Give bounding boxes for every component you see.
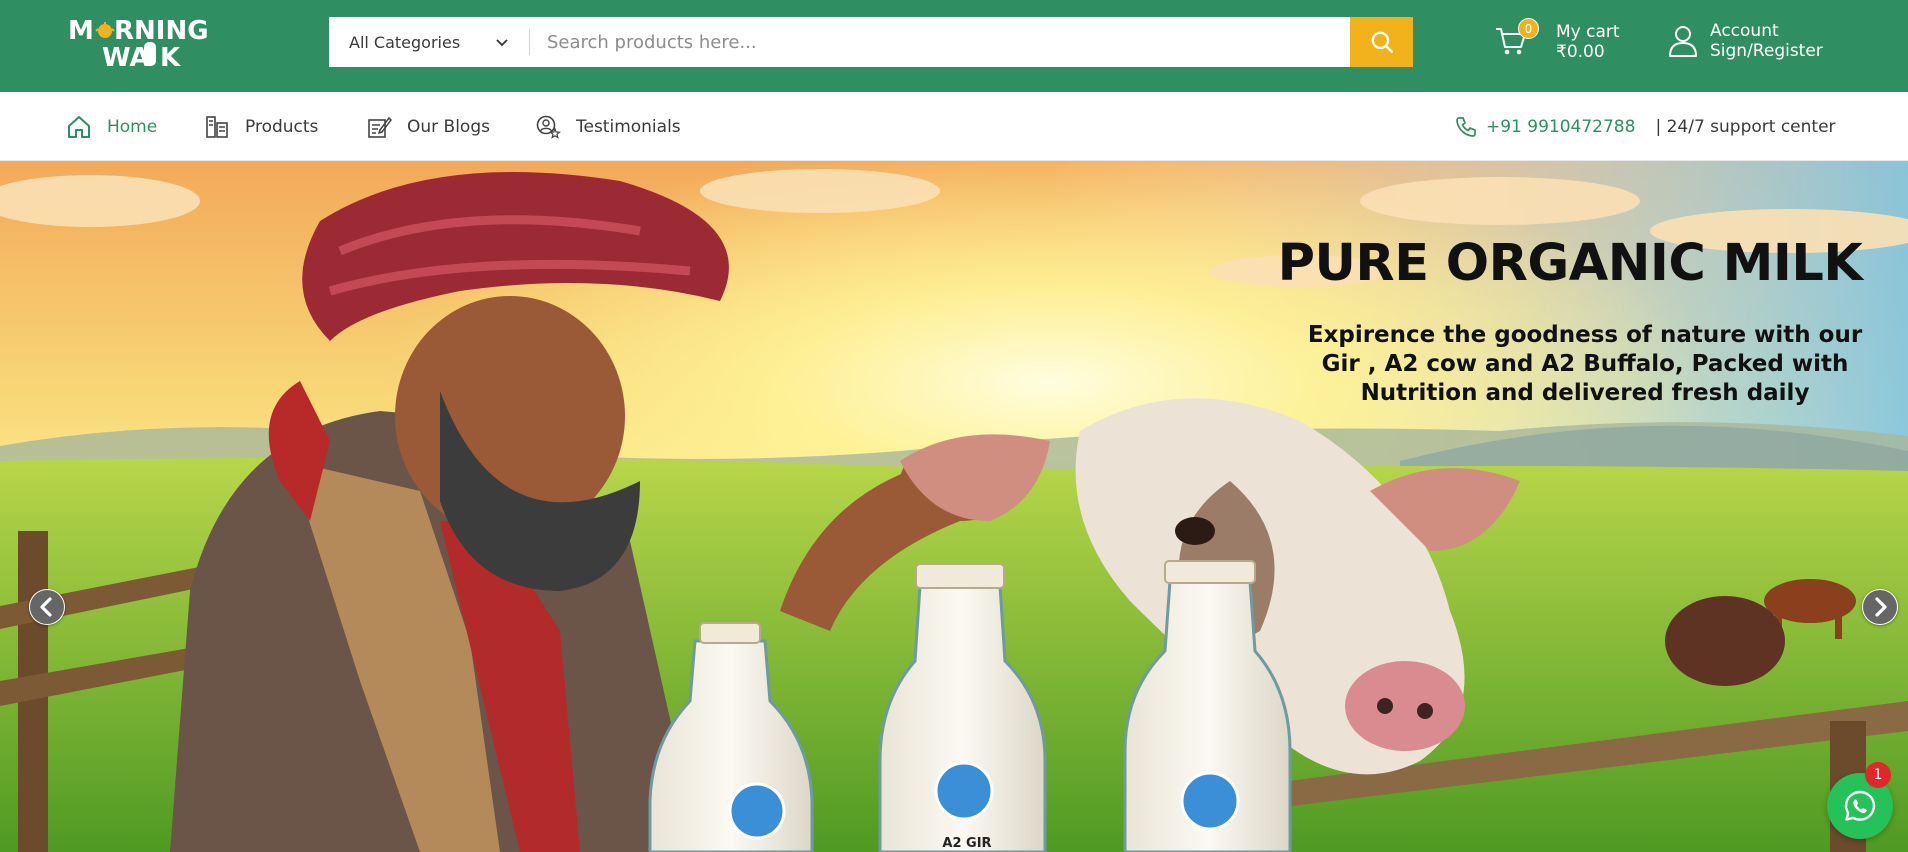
blog-icon (368, 116, 392, 138)
nav-label-testimonials: Testimonials (576, 116, 681, 137)
nav-label-blogs: Our Blogs (407, 116, 490, 137)
whatsapp-icon (1844, 790, 1876, 821)
site-logo[interactable]: M RNING WA K (66, 14, 220, 70)
phone-icon (1456, 116, 1476, 137)
category-select[interactable]: All Categories (329, 17, 529, 67)
search-button[interactable] (1350, 17, 1413, 67)
nav-label-products: Products (245, 116, 319, 137)
account-button[interactable]: Account Sign/Register (1667, 18, 1847, 68)
hero-banner: A2 GIR PURE ORGANIC MILK Expirence the g… (0, 161, 1908, 852)
nav-item-testimonials[interactable]: Testimonials (535, 92, 681, 161)
cart-label: My cart (1556, 22, 1620, 42)
bottle-label: A2 GIR (942, 836, 991, 851)
chevron-down-icon (496, 39, 508, 47)
carousel-next-button[interactable] (1862, 589, 1898, 625)
cart-count-badge: 0 (1518, 18, 1539, 39)
home-icon (68, 115, 90, 138)
search-icon (1371, 31, 1393, 54)
svg-text:K: K (160, 43, 181, 70)
nav-label-home: Home (107, 116, 158, 137)
support-phone-link[interactable]: +91 9910472788 (1486, 117, 1635, 137)
nav-item-home[interactable]: Home (66, 92, 157, 161)
chevron-right-icon (1863, 590, 1897, 624)
hero-subtitle: Expirence the goodness of nature with ou… (1307, 322, 1863, 406)
testimonials-icon (536, 115, 561, 139)
account-label: Account (1710, 21, 1779, 41)
svg-text:WA: WA (102, 43, 150, 70)
svg-text:M: M (68, 16, 94, 46)
search-bar: All Categories (329, 17, 1413, 67)
sign-register-link: Sign/Register (1710, 41, 1823, 61)
nav-item-products[interactable]: Products (204, 92, 318, 161)
support-center-text: | 24/7 support center (1655, 116, 1836, 137)
search-input[interactable] (530, 17, 1350, 67)
main-nav: Home Products Our Blogs Testimonials +91… (0, 92, 1908, 161)
carousel-prev-button[interactable] (29, 589, 65, 625)
chevron-left-icon (30, 590, 64, 624)
top-header: M RNING WA K All Categories Search produ… (0, 0, 1908, 92)
cart-button[interactable]: 0 My cart ₹0.00 (1494, 18, 1634, 68)
hero-title: PURE ORGANIC MILK (1277, 234, 1863, 293)
user-icon (1669, 26, 1697, 57)
category-select-value: All Categories (349, 32, 461, 52)
svg-text:RNING: RNING (114, 16, 209, 46)
cart-total: ₹0.00 (1556, 42, 1605, 62)
nav-item-blogs[interactable]: Our Blogs (366, 92, 490, 161)
support-contact: +91 9910472788 | 24/7 support center (1454, 92, 1836, 161)
products-icon (206, 115, 228, 138)
morning-walk-logo: M RNING WA K (68, 16, 209, 70)
whatsapp-notification-badge: 1 (1865, 762, 1891, 788)
